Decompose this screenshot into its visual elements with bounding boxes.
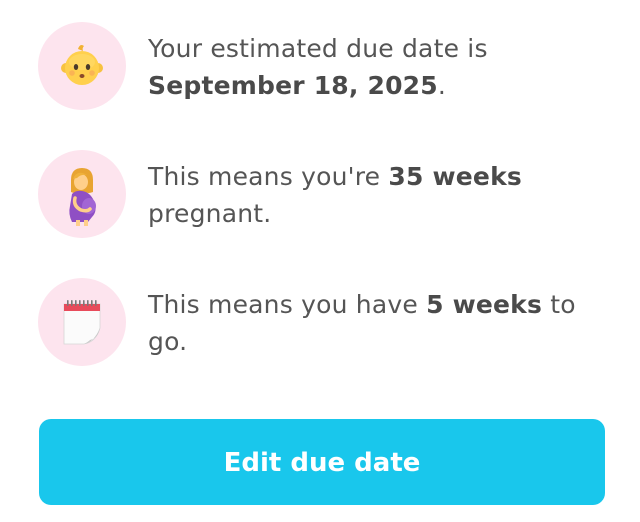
weeks-to-go-prefix: This means you have [148,290,427,319]
weeks-pregnant-text: This means you're 35 weeks pregnant. [148,158,618,232]
due-date-row: Your estimated due date is September 18,… [38,22,618,112]
edit-due-date-button[interactable]: Edit due date [39,419,605,505]
weeks-to-go-row: This means you have 5 weeks to go. [38,278,618,368]
weeks-pregnant-value: 35 weeks [388,162,522,191]
weeks-pregnant-prefix: This means you're [148,162,389,191]
weeks-pregnant-suffix: pregnant. [148,199,272,228]
due-date-value: September 18, 2025 [148,71,438,100]
weeks-pregnant-row: This means you're 35 weeks pregnant. [38,150,618,240]
due-date-prefix: Your estimated due date is [148,34,488,63]
weeks-to-go-value: 5 weeks [426,290,543,319]
due-date-text: Your estimated due date is September 18,… [148,30,618,104]
due-date-suffix: . [437,71,447,100]
baby-face-icon [38,22,126,110]
calendar-icon [38,278,126,366]
pregnant-woman-icon [38,150,126,238]
weeks-to-go-text: This means you have 5 weeks to go. [148,286,618,360]
